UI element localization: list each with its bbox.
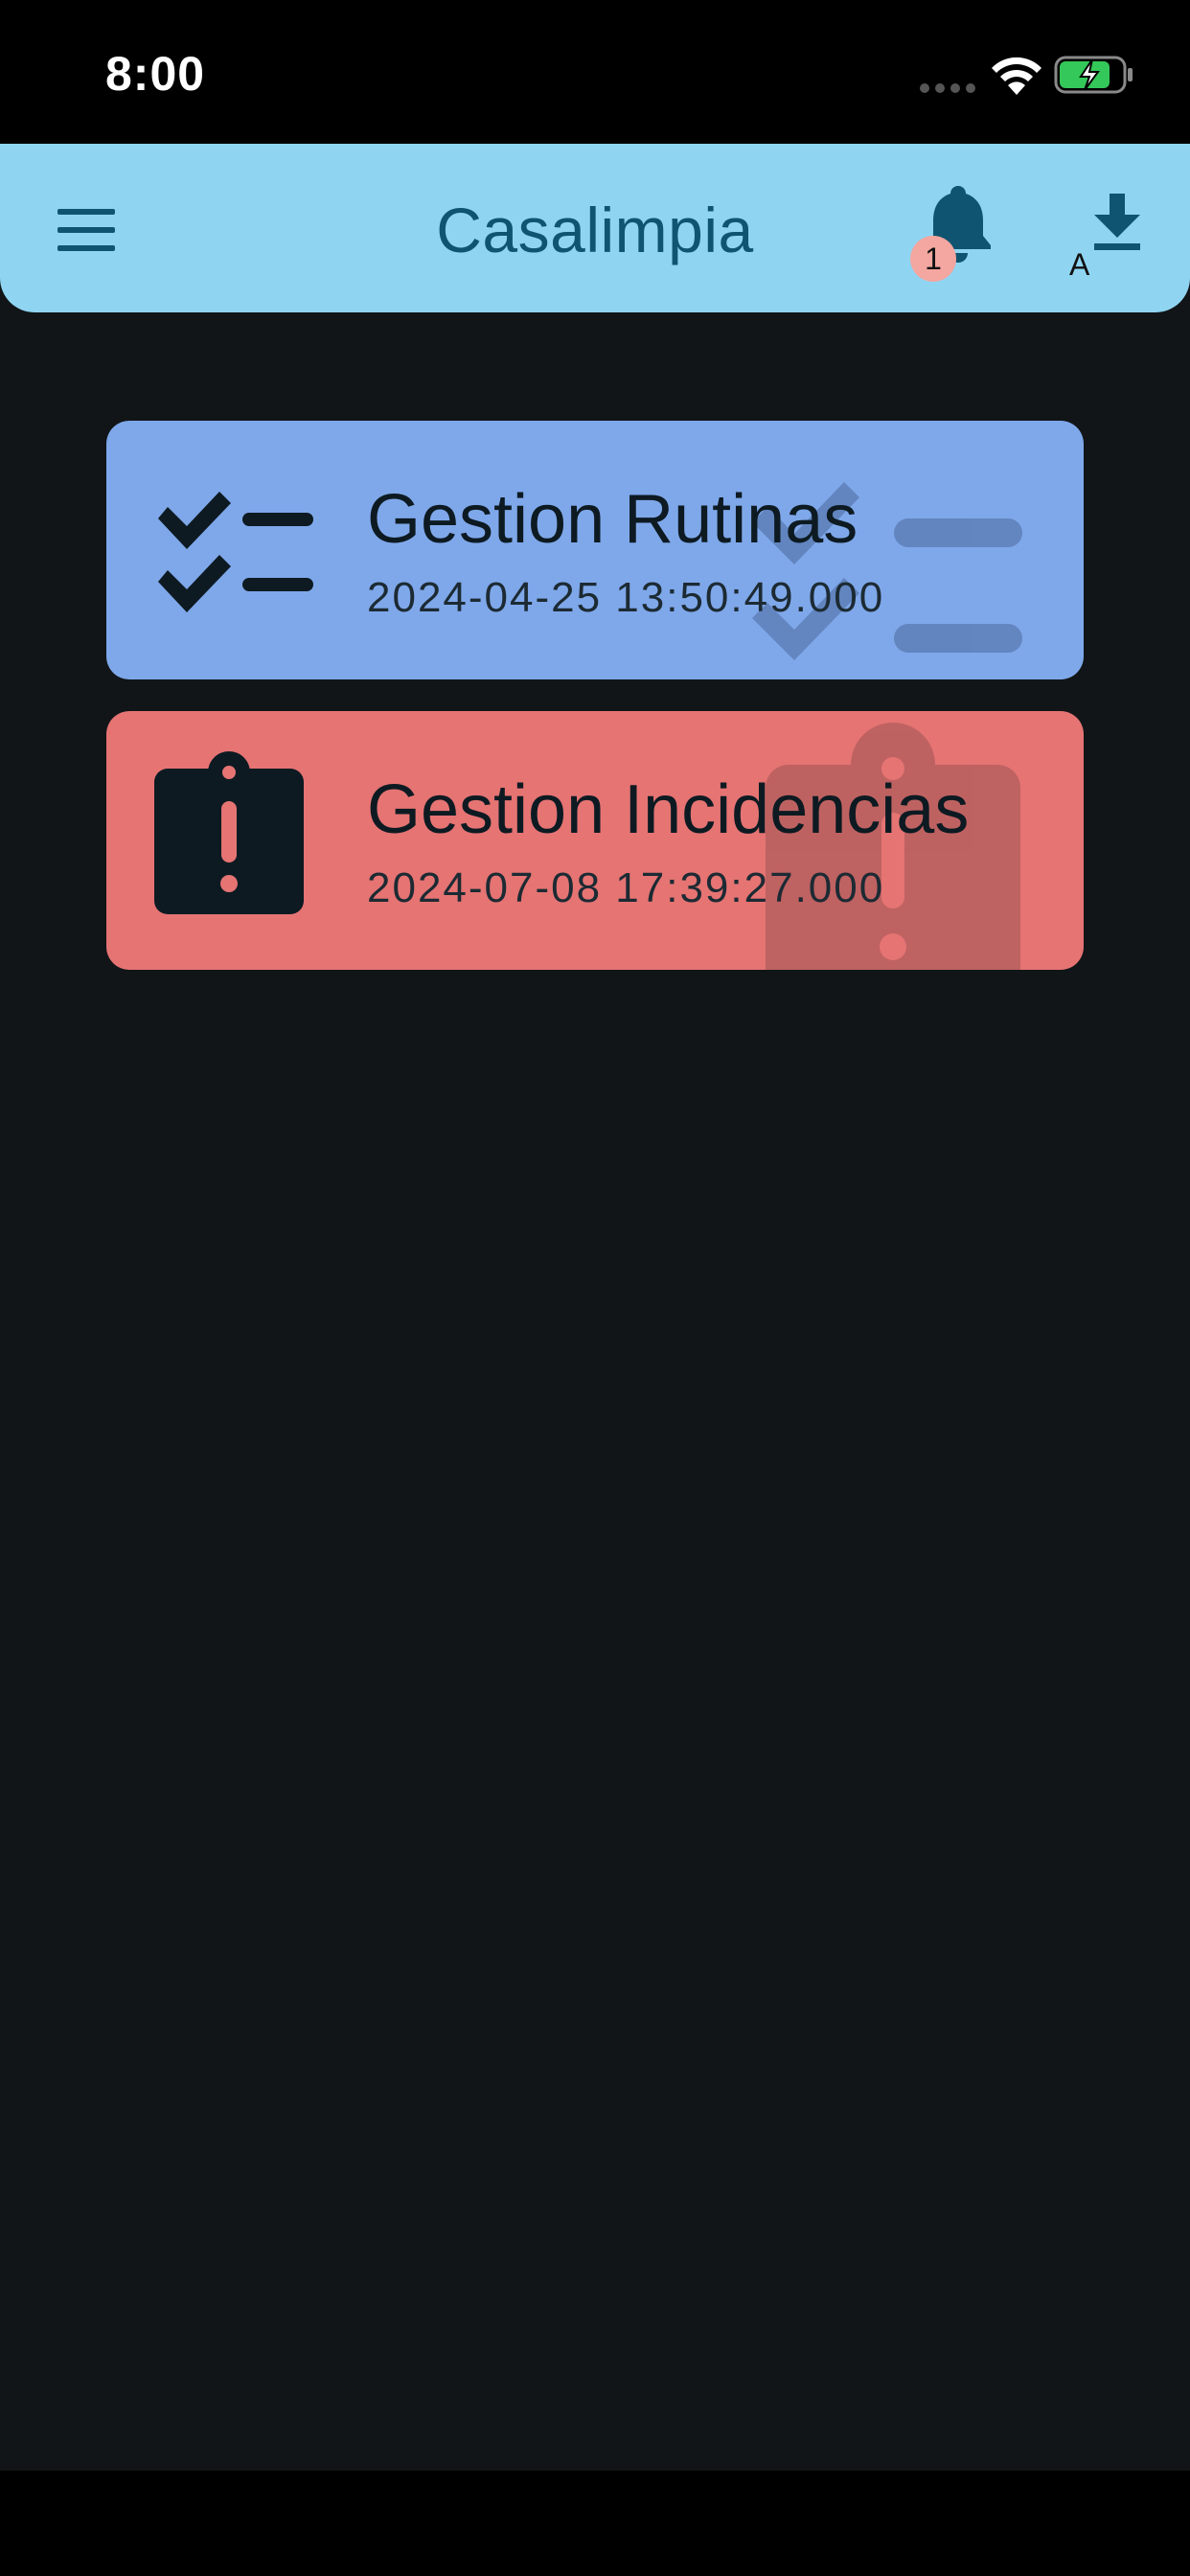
notification-badge: 1 [910,236,956,282]
card-title: Gestion Incidencias [367,771,970,848]
status-bar: 8:00 [0,0,1190,144]
notifications-button[interactable]: 1 [910,182,1006,288]
app-title: Casalimpia [436,195,754,265]
card-date: 2024-07-08 17:39:27.000 [367,864,885,911]
download-label: A [1069,247,1090,282]
card-title: Gestion Rutinas [367,481,858,558]
checklist-icon [158,492,313,612]
clipboard-alert-icon [154,751,304,914]
wifi-icon [992,57,1041,95]
status-time: 8:00 [105,47,206,101]
bottom-system-bar [0,2471,1190,2576]
battery-charging-icon [1054,56,1133,94]
download-icon [1094,194,1140,250]
app-screen: 8:00 Casalimpia 1 A Gestion Rutinas 2024… [0,0,1190,2576]
app-bar: Casalimpia 1 A [0,144,1190,312]
card-gestion-rutinas[interactable]: Gestion Rutinas 2024-04-25 13:50:49.000 [106,421,1084,679]
card-gestion-incidencias[interactable]: Gestion Incidencias 2024-07-08 17:39:27.… [106,711,1084,970]
cellular-signal-icon [920,83,975,93]
card-date: 2024-04-25 13:50:49.000 [367,574,885,621]
